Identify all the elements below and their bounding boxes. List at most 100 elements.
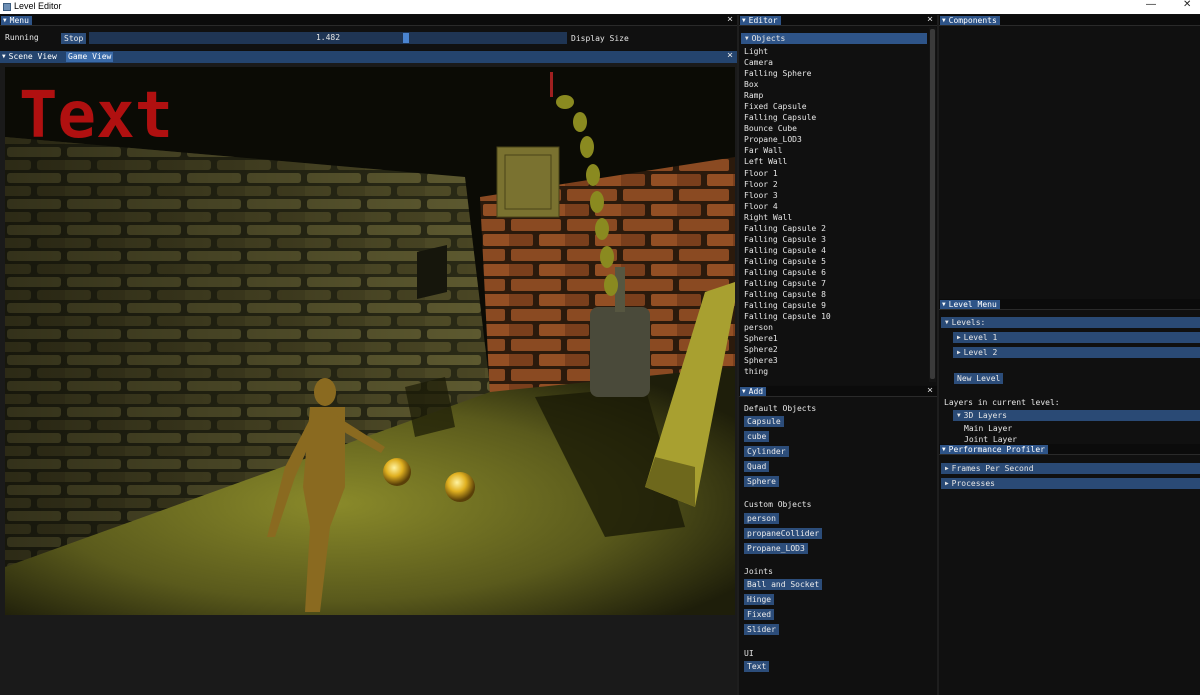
object-list-item[interactable]: Floor 2 [744, 179, 924, 190]
object-list-item[interactable]: Falling Capsule 9 [744, 300, 924, 311]
add-default-object-button[interactable]: Sphere [744, 476, 779, 487]
object-list-item[interactable]: Bounce Cube [744, 123, 924, 134]
scene-viewport[interactable]: Text [5, 67, 735, 615]
menu-tab[interactable]: ▼ Menu [1, 16, 32, 25]
new-level-button[interactable]: New Level [954, 373, 1004, 384]
level-menu-titlebar: ▼ Level Menu [939, 299, 1200, 310]
add-joint-button[interactable]: Hinge [744, 594, 775, 605]
custom-objects-heading: Custom Objects [744, 500, 812, 509]
display-size-label: Display Size [571, 34, 629, 43]
editor-titlebar: ▼ Editor × [739, 15, 937, 26]
close-icon[interactable]: × [927, 386, 933, 396]
add-joint-button[interactable]: Ball and Socket [744, 579, 823, 590]
profiler-tree-item[interactable]: ▶ Frames Per Second [941, 463, 1200, 474]
profiler-tree-item[interactable]: ▶ Processes [941, 478, 1200, 489]
editor-tab[interactable]: ▼ Editor [740, 16, 781, 25]
object-list-item[interactable]: Box [744, 79, 924, 90]
objects-tree-header[interactable]: ▼ Objects [741, 33, 927, 44]
add-default-object-button[interactable]: Cylinder [744, 446, 789, 457]
object-list-item[interactable]: Sphere2 [744, 344, 924, 355]
object-list-item[interactable]: Falling Capsule [744, 112, 924, 123]
add-default-object-button[interactable]: Capsule [744, 416, 784, 427]
object-list-item[interactable]: Right Wall [744, 212, 924, 223]
object-list-item[interactable]: Falling Capsule 5 [744, 256, 924, 267]
object-list-item[interactable]: Falling Capsule 6 [744, 267, 924, 278]
collapse-icon[interactable]: ▼ [3, 17, 7, 24]
object-list-item[interactable]: Floor 1 [744, 168, 924, 179]
add-custom-object-button[interactable]: Propane_LOD3 [744, 543, 808, 554]
object-list-item[interactable]: Far Wall [744, 145, 924, 156]
add-ui-button[interactable]: Text [744, 661, 770, 672]
collapsed-arrow-icon: ▶ [957, 334, 961, 341]
object-list-item[interactable]: Falling Capsule 3 [744, 234, 924, 245]
expanded-arrow-icon: ▼ [945, 319, 949, 326]
object-list-item[interactable]: Light [744, 46, 924, 57]
layer-item[interactable]: Main Layer [964, 423, 1012, 434]
object-list-item[interactable]: Sphere1 [744, 333, 924, 344]
close-icon[interactable]: × [727, 15, 733, 25]
object-list-item[interactable]: Fixed Capsule [744, 101, 924, 112]
profiler-label: Frames Per Second [951, 464, 1034, 473]
object-list-item[interactable]: Floor 3 [744, 190, 924, 201]
collapse-icon[interactable]: ▼ [942, 301, 946, 308]
sphere-2[interactable] [445, 472, 475, 502]
default-objects-heading: Default Objects [744, 404, 817, 413]
profiler-tab[interactable]: ▼ Performance Profiler [940, 445, 1048, 454]
add-custom-object-button[interactable]: person [744, 513, 779, 524]
close-window-button[interactable]: ✕ [1183, 0, 1191, 10]
scrollbar-thumb[interactable] [930, 29, 935, 379]
object-list-item[interactable]: Ramp [744, 90, 924, 101]
object-list-item[interactable]: person [744, 322, 924, 333]
propane-tank[interactable] [590, 307, 650, 397]
overlay-text: Text [19, 79, 173, 153]
expanded-arrow-icon: ▼ [957, 412, 961, 419]
level-menu-window: ▼ Level Menu ▼ Levels: ▶ Level 1 ▶ Level 2 Ne… [939, 299, 1200, 444]
level-menu-tab[interactable]: ▼ Level Menu [940, 300, 1000, 309]
object-list-item[interactable]: Falling Sphere [744, 68, 924, 79]
levels-tree-header[interactable]: ▼ Levels: [941, 317, 1200, 328]
close-icon[interactable]: × [727, 51, 733, 61]
collapsed-arrow-icon: ▶ [957, 349, 961, 356]
components-titlebar: ▼ Components [939, 15, 1200, 26]
add-joint-button[interactable]: Slider [744, 624, 779, 635]
collapsed-arrow-icon: ▶ [945, 480, 949, 487]
tab-game-view[interactable]: Game View [66, 52, 114, 62]
collapse-icon[interactable]: ▼ [942, 17, 946, 24]
minimize-button[interactable]: — [1146, 0, 1156, 10]
object-list-item[interactable]: Falling Capsule 8 [744, 289, 924, 300]
object-list-item[interactable]: thing [744, 366, 924, 377]
collapse-icon[interactable]: ▼ [742, 388, 746, 395]
add-default-object-button[interactable]: cube [744, 431, 770, 442]
bounce-cube[interactable] [496, 146, 560, 218]
close-icon[interactable]: × [927, 15, 933, 25]
tab-scene-view[interactable]: ▼ Scene View [2, 52, 57, 63]
object-list-item[interactable]: Falling Capsule 7 [744, 278, 924, 289]
components-tab[interactable]: ▼ Components [940, 16, 1000, 25]
level-label: Level 2 [963, 348, 998, 357]
joints-heading: Joints [744, 567, 773, 576]
object-list-item[interactable]: Falling Capsule 4 [744, 245, 924, 256]
objects-scrollbar[interactable] [929, 27, 936, 382]
level-tree-item[interactable]: ▶ Level 2 [953, 347, 1200, 358]
sphere-1[interactable] [383, 458, 411, 486]
object-list-item[interactable]: Sphere3 [744, 355, 924, 366]
add-tab[interactable]: ▼ Add [740, 387, 767, 396]
object-list-item[interactable]: Falling Capsule 2 [744, 223, 924, 234]
level-label: Level 1 [963, 333, 998, 342]
add-default-object-button[interactable]: Quad [744, 461, 770, 472]
level-tree-item[interactable]: ▶ Level 1 [953, 332, 1200, 343]
collapse-icon[interactable]: ▼ [742, 17, 746, 24]
collapse-icon[interactable]: ▼ [2, 53, 6, 60]
object-list-item[interactable]: Propane_LOD3 [744, 134, 924, 145]
layer-item[interactable]: Joint Layer [964, 434, 1017, 444]
expanded-arrow-icon: ▼ [745, 35, 749, 42]
collapse-icon[interactable]: ▼ [942, 446, 946, 453]
object-list-item[interactable]: Left Wall [744, 156, 924, 167]
object-list-item[interactable]: Floor 4 [744, 201, 924, 212]
object-list-item[interactable]: Camera [744, 57, 924, 68]
add-custom-object-button[interactable]: propaneCollider [744, 528, 823, 539]
add-joint-button[interactable]: Fixed [744, 609, 775, 620]
stop-button[interactable]: Stop [61, 33, 87, 44]
layers-group-header[interactable]: ▼ 3D Layers [953, 410, 1200, 421]
object-list-item[interactable]: Falling Capsule 10 [744, 311, 924, 322]
